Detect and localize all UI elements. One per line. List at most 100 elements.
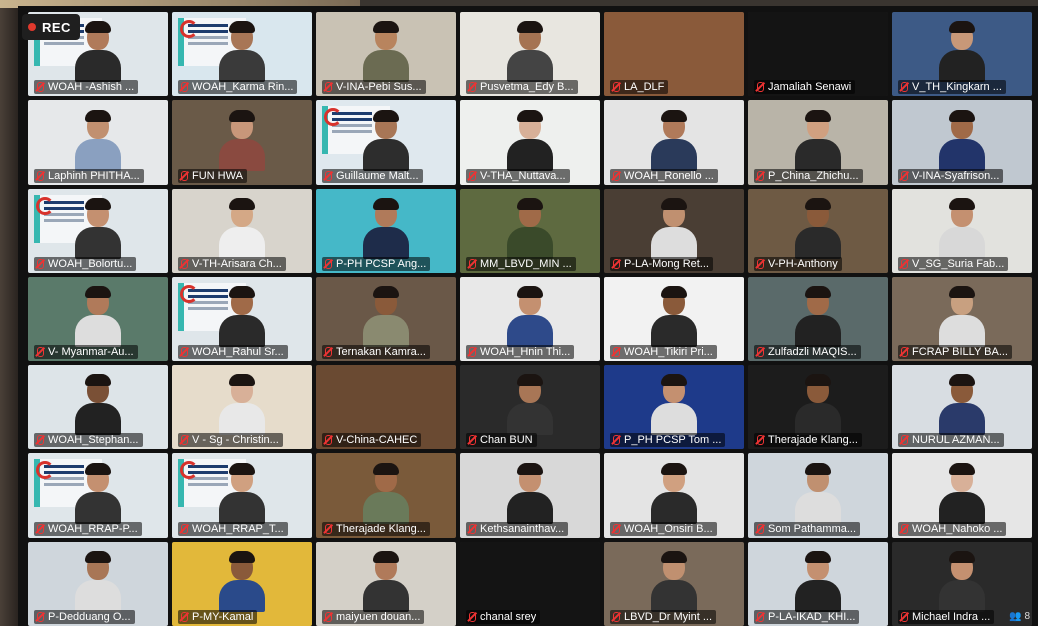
participant-name: chanal srey	[480, 610, 537, 623]
participant-name: Pusvetma_Edy B...	[480, 81, 574, 94]
participant-name: FCRAP BILLY BA...	[912, 346, 1008, 359]
muted-mic-icon	[469, 611, 476, 622]
participant-tile[interactable]: LA_DLF	[604, 12, 744, 97]
recording-label: REC	[42, 19, 71, 35]
participant-name: P_China_Zhichu...	[768, 169, 859, 182]
participant-tile[interactable]: P-MY-Kamal	[172, 541, 312, 626]
participant-tile[interactable]: Chan BUN	[460, 365, 600, 450]
participant-name: V-INA-Pebi Sus...	[336, 81, 422, 94]
muted-mic-icon	[37, 170, 44, 181]
muted-mic-icon	[469, 347, 476, 358]
participant-tile[interactable]: WOAH_Stephan...	[28, 365, 168, 450]
participant-tile[interactable]: WOAH_Bolortu...	[28, 188, 168, 273]
participant-name-tag: V_TH_Kingkarn ...	[898, 80, 1006, 95]
muted-mic-icon	[325, 435, 332, 446]
muted-mic-icon	[901, 347, 908, 358]
participant-video	[507, 21, 553, 83]
participants-count[interactable]: 👥 8	[1009, 611, 1030, 622]
muted-mic-icon	[613, 170, 620, 181]
participant-tile[interactable]: V-THA_Nuttava...	[460, 100, 600, 185]
participant-name: WOAH_RRAP_T...	[192, 522, 284, 535]
participant-tile[interactable]: FCRAP BILLY BA...	[892, 276, 1032, 362]
participant-tile[interactable]: maiyuen douan...	[316, 541, 456, 626]
participant-tile[interactable]: WOAH_Rahul Sr...	[172, 276, 312, 362]
participant-tile[interactable]: P-Dedduang O...	[28, 541, 168, 626]
participant-name: NURUL AZMAN...	[912, 434, 1000, 447]
participant-tile[interactable]: Som Pathamma...	[748, 453, 888, 538]
participant-name: WOAH_Ronello ...	[624, 169, 714, 182]
participant-name-tag: WOAH_Karma Rin...	[178, 80, 298, 95]
participant-name-tag: Jamaliah Senawi	[754, 80, 856, 95]
participant-tile[interactable]: Kethsanainthav...	[460, 453, 600, 538]
participant-tile[interactable]: MM_LBVD_MIN ...	[460, 188, 600, 273]
participant-tile[interactable]: V - Sg - Christin...	[172, 365, 312, 450]
participant-tile[interactable]: V-INA-Pebi Sus...	[316, 12, 456, 97]
participant-video	[219, 374, 265, 436]
participant-tile[interactable]: Laphinh PHITHA...	[28, 100, 168, 185]
participant-tile[interactable]: Therajade Klang...	[748, 365, 888, 450]
participant-name: MM_LBVD_MIN ...	[480, 257, 572, 270]
muted-mic-icon	[181, 82, 188, 93]
video-conference-window: REC WOAH -Ashish ... WOAH_Karma Rin... V-I…	[18, 6, 1038, 626]
participant-tile[interactable]: LBVD_Dr Myint ...	[604, 541, 744, 626]
recording-indicator[interactable]: REC	[22, 14, 80, 40]
participant-video	[939, 374, 985, 436]
participant-tile[interactable]: Jamaliah Senawi	[748, 12, 888, 97]
participant-name-tag: NURUL AZMAN...	[898, 433, 1004, 448]
participant-gallery: WOAH -Ashish ... WOAH_Karma Rin... V-INA-P…	[28, 12, 1032, 626]
muted-mic-icon	[37, 523, 44, 534]
participant-name-tag: WOAH_Hnin Thi...	[466, 345, 575, 360]
muted-mic-icon	[181, 435, 188, 446]
participant-tile[interactable]: P-LA-Mong Ret...	[604, 188, 744, 273]
participant-tile[interactable]: chanal srey	[460, 541, 600, 626]
participant-tile[interactable]: Guillaume Malt...	[316, 100, 456, 185]
participant-tile[interactable]: WOAH_Ronello ...	[604, 100, 744, 185]
participant-tile[interactable]: P-PH PCSP Ang...	[316, 188, 456, 273]
participant-tile[interactable]: WOAH_Karma Rin...	[172, 12, 312, 97]
participant-name-tag: Laphinh PHITHA...	[34, 168, 144, 183]
participant-tile[interactable]: WOAH_Onsiri B...	[604, 453, 744, 538]
muted-mic-icon	[901, 170, 908, 181]
participant-tile[interactable]: NURUL AZMAN...	[892, 365, 1032, 450]
participant-name-tag: LBVD_Dr Myint ...	[610, 609, 717, 624]
participant-tile[interactable]: WOAH_Tikiri Pri...	[604, 276, 744, 362]
participant-tile[interactable]: WOAH_Nahoko ...	[892, 453, 1032, 538]
muted-mic-icon	[901, 435, 908, 446]
woah-logo-icon	[180, 284, 198, 303]
participant-video	[219, 286, 265, 348]
participant-tile[interactable]: Therajade Klang...	[316, 453, 456, 538]
participant-tile[interactable]: V_SG_Suria Fab...	[892, 188, 1032, 273]
muted-mic-icon	[37, 258, 44, 269]
participant-name: WOAH_RRAP-P...	[48, 522, 138, 535]
participant-video	[75, 197, 121, 259]
participant-tile[interactable]: P_China_Zhichu...	[748, 100, 888, 185]
muted-mic-icon	[901, 82, 908, 93]
participant-name: P-MY-Kamal	[192, 610, 254, 623]
participant-video	[219, 21, 265, 83]
participant-name-tag: Therajade Klang...	[754, 433, 862, 448]
participant-tile[interactable]: FUN HWA	[172, 100, 312, 185]
participant-video	[651, 197, 697, 259]
participant-tile[interactable]: Pusvetma_Edy B...	[460, 12, 600, 97]
participant-tile[interactable]: Zulfadzli MAQIS...	[748, 276, 888, 362]
participant-tile[interactable]: V-INA-Syafrison...	[892, 100, 1032, 185]
woah-logo-icon	[36, 196, 54, 215]
participant-tile[interactable]: V_TH_Kingkarn ...	[892, 12, 1032, 97]
participant-name-tag: WOAH_Nahoko ...	[898, 521, 1007, 536]
participant-tile[interactable]: WOAH_RRAP-P...	[28, 453, 168, 538]
participant-tile[interactable]: V-PH-Anthony	[748, 188, 888, 273]
participant-tile[interactable]: P-LA-IKAD_KHI...	[748, 541, 888, 626]
participant-tile[interactable]: WOAH_Hnin Thi...	[460, 276, 600, 362]
participant-name-tag: V_SG_Suria Fab...	[898, 256, 1009, 271]
participant-tile[interactable]: V-China-CAHEC	[316, 365, 456, 450]
participant-video	[507, 462, 553, 524]
muted-mic-icon	[757, 258, 764, 269]
participant-name: Therajade Klang...	[768, 434, 858, 447]
participant-video	[651, 462, 697, 524]
participant-tile[interactable]: WOAH_RRAP_T...	[172, 453, 312, 538]
participant-name-tag: Kethsanainthav...	[466, 521, 569, 536]
participant-tile[interactable]: V- Myanmar-Au...	[28, 276, 168, 362]
participant-tile[interactable]: V-TH-Arisara Ch...	[172, 188, 312, 273]
participant-tile[interactable]: Ternakan Kamra...	[316, 276, 456, 362]
participant-tile[interactable]: P_PH PCSP Tom ...	[604, 365, 744, 450]
